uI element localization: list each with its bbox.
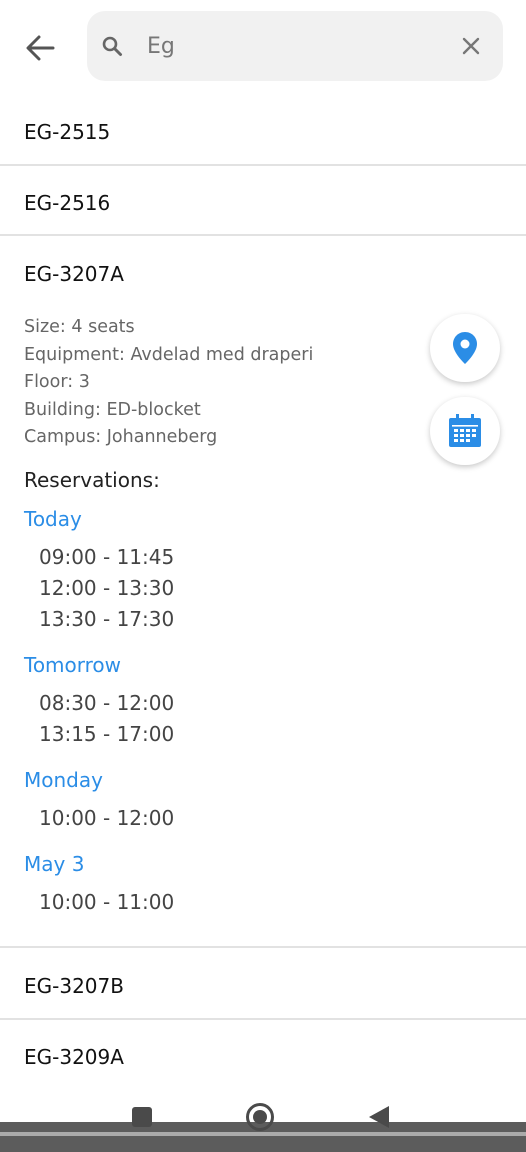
room-details: Size: 4 seats Equipment: Avdelad med dra… bbox=[24, 314, 313, 452]
time-slot: 10:00 - 11:00 bbox=[39, 890, 175, 914]
room-name: EG-3207B bbox=[24, 974, 124, 998]
back-triangle-icon bbox=[369, 1106, 389, 1128]
day-label: Tomorrow bbox=[24, 653, 122, 677]
room-name-expanded: EG-3207A bbox=[24, 262, 124, 286]
room-name: EG-2516 bbox=[24, 191, 111, 215]
search-icon bbox=[102, 36, 122, 56]
time-slot: 13:15 - 17:00 bbox=[39, 722, 175, 746]
top-bar bbox=[0, 0, 526, 94]
system-back-button[interactable] bbox=[364, 1102, 394, 1132]
search-input[interactable] bbox=[147, 29, 447, 63]
calendar-icon bbox=[449, 414, 481, 447]
time-slot: 10:00 - 12:00 bbox=[39, 806, 175, 830]
time-slot: 13:30 - 17:30 bbox=[39, 607, 175, 631]
room-row-eg-3207b[interactable]: EG-3207B bbox=[0, 948, 526, 1020]
day-label: Today bbox=[24, 507, 82, 531]
back-button[interactable] bbox=[18, 26, 62, 70]
book-room-button[interactable] bbox=[430, 397, 500, 465]
detail-size: Size: 4 seats bbox=[24, 317, 135, 337]
home-button[interactable] bbox=[245, 1102, 275, 1132]
time-slot: 09:00 - 11:45 bbox=[39, 545, 175, 569]
room-row-eg-3209a[interactable]: EG-3209A bbox=[0, 1020, 526, 1094]
location-pin-icon bbox=[453, 332, 477, 364]
room-name: EG-3209A bbox=[24, 1045, 124, 1069]
day-label: May 3 bbox=[24, 852, 85, 876]
close-icon[interactable] bbox=[461, 36, 481, 56]
reservations-heading: Reservations: bbox=[24, 468, 160, 492]
show-on-map-button[interactable] bbox=[430, 314, 500, 382]
home-icon bbox=[246, 1103, 274, 1131]
room-row-eg-2516[interactable]: EG-2516 bbox=[0, 166, 526, 236]
detail-building: Building: ED-blocket bbox=[24, 399, 201, 420]
search-box[interactable] bbox=[87, 11, 503, 81]
nav-strip-divider bbox=[0, 1132, 526, 1136]
room-row-eg-2515[interactable]: EG-2515 bbox=[0, 94, 526, 166]
time-slot: 08:30 - 12:00 bbox=[39, 691, 175, 715]
detail-campus: Campus: Johanneberg bbox=[24, 427, 218, 447]
recent-apps-button[interactable] bbox=[127, 1102, 157, 1132]
detail-floor: Floor: 3 bbox=[24, 372, 90, 392]
time-slot: 12:00 - 13:30 bbox=[39, 576, 175, 600]
recent-apps-icon bbox=[132, 1107, 152, 1127]
back-arrow-icon bbox=[26, 35, 55, 61]
day-label: Monday bbox=[24, 768, 103, 792]
detail-equipment: Equipment: Avdelad med draperi bbox=[24, 344, 314, 365]
room-name: EG-2515 bbox=[24, 120, 111, 144]
